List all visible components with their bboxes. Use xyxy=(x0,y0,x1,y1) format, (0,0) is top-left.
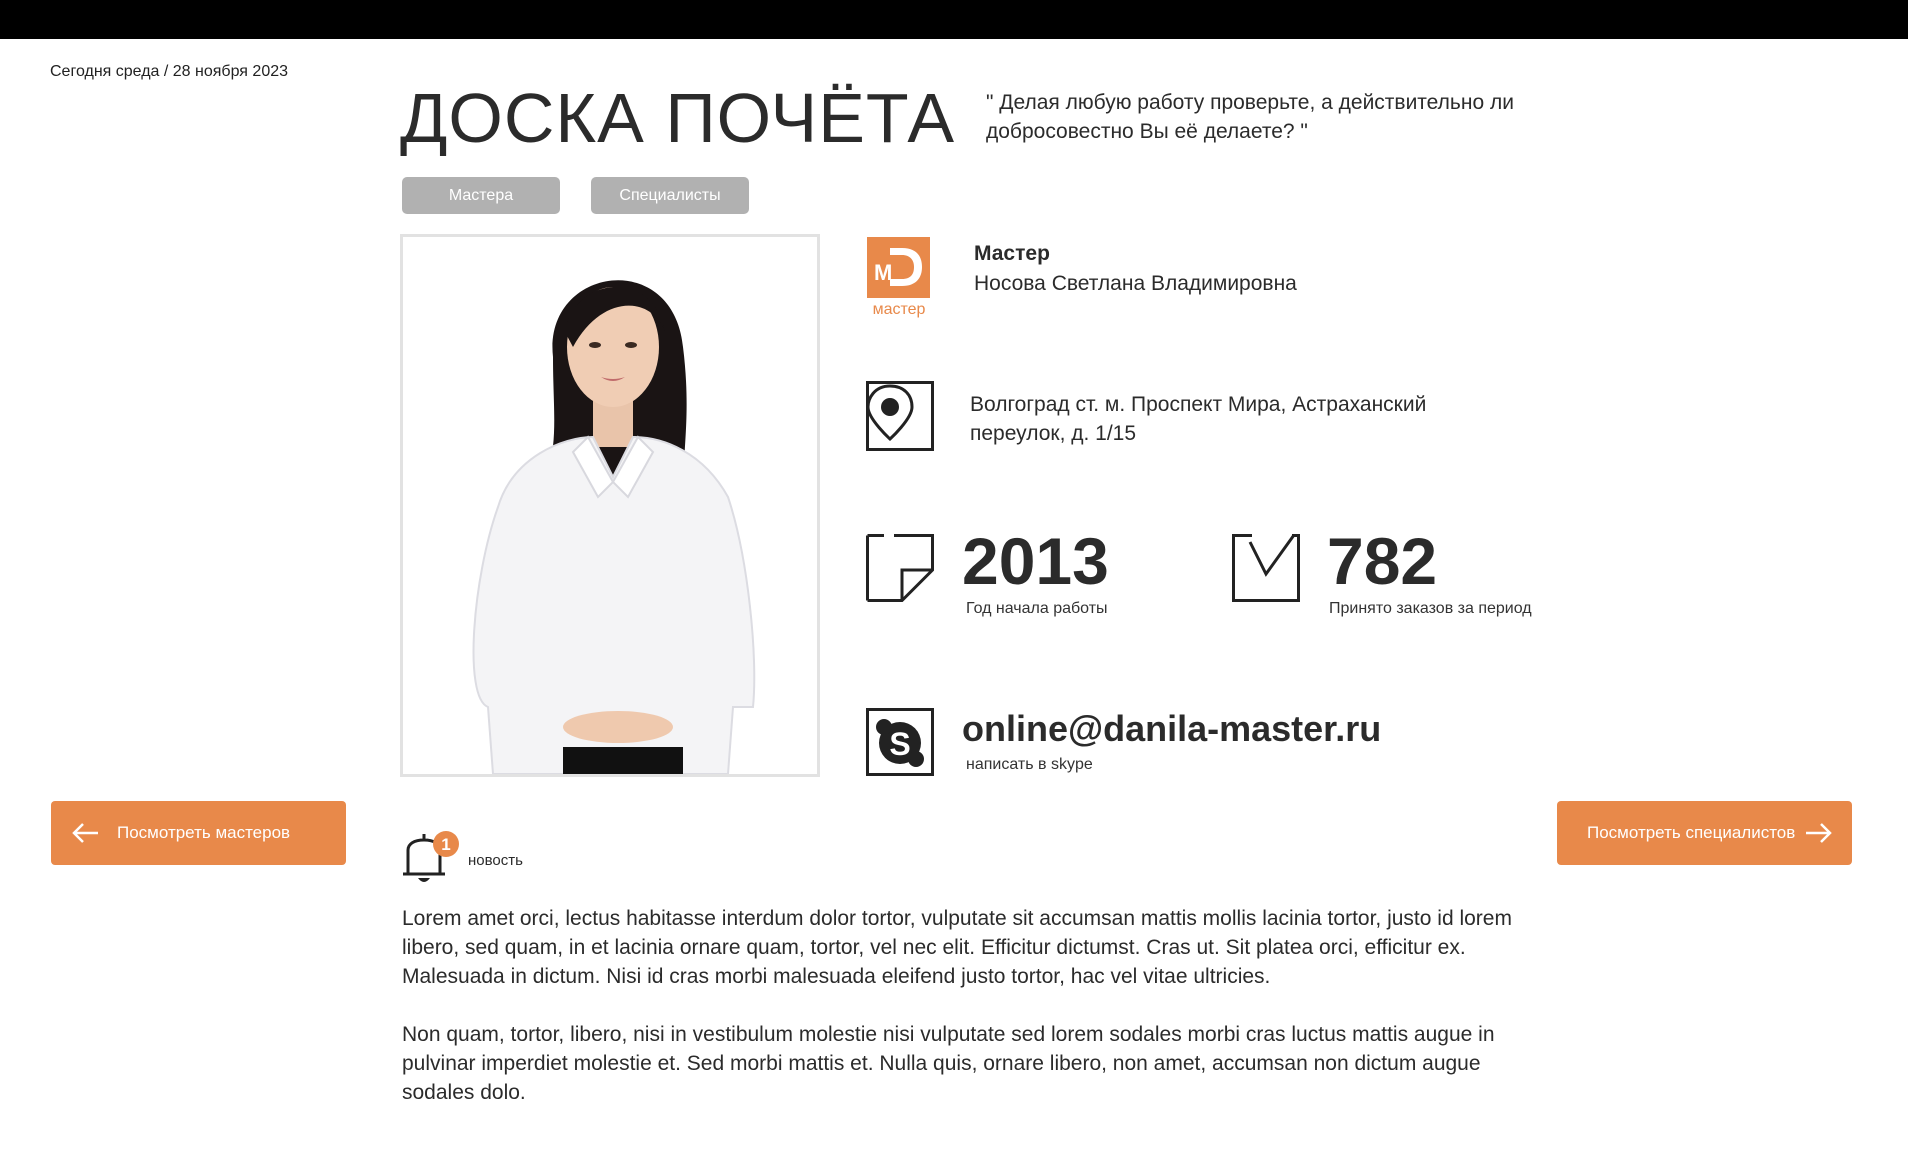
logo-letter-m: M xyxy=(874,260,892,285)
orders-caption: Принято заказов за период xyxy=(1329,600,1532,617)
current-date: Сегодня среда / 28 ноября 2023 xyxy=(50,63,289,80)
master-logo-icon: M мастер xyxy=(867,237,930,318)
view-specialists-label: Посмотреть специалистов xyxy=(1587,823,1796,842)
skype-email[interactable]: online@danila-master.ru xyxy=(962,708,1381,750)
top-bar xyxy=(0,0,1908,39)
document-icon xyxy=(866,534,934,602)
arrow-right-icon xyxy=(1806,823,1832,843)
news-label: новость xyxy=(468,852,523,869)
arrow-left-icon xyxy=(72,823,98,843)
tab-masters[interactable]: Мастера xyxy=(402,177,560,214)
profile-name: Носова Светлана Владимировна xyxy=(974,272,1297,295)
skype-caption: написать в skype xyxy=(966,756,1093,773)
start-year-caption: Год начала работы xyxy=(966,600,1108,617)
checkmark-box-icon xyxy=(1232,534,1300,602)
map-pin-icon xyxy=(866,381,934,451)
logo-caption: мастер xyxy=(873,301,926,318)
news-paragraph: Non quam, tortor, libero, nisi in vestib… xyxy=(402,1023,1495,1104)
profile-photo xyxy=(400,234,820,777)
bell-icon[interactable]: 1 xyxy=(400,826,462,888)
svg-text:S: S xyxy=(889,726,910,762)
view-masters-label: Посмотреть мастеров xyxy=(117,823,291,842)
orders-value: 782 xyxy=(1327,524,1438,598)
view-specialists-button[interactable]: Посмотреть специалистов xyxy=(1557,801,1852,865)
start-year-value: 2013 xyxy=(962,524,1109,598)
profile-address: Волгоград ст. м. Проспект Мира, Астрахан… xyxy=(970,393,1427,445)
view-masters-button[interactable]: Посмотреть мастеров xyxy=(51,801,346,865)
news-paragraph: Lorem amet orci, lectus habitasse interd… xyxy=(402,907,1512,988)
tab-specialists[interactable]: Специалисты xyxy=(591,177,749,214)
skype-icon: S xyxy=(866,708,934,776)
page-title: ДОСКА ПОЧЁТА xyxy=(400,79,956,157)
profile-role: Мастер xyxy=(974,242,1050,265)
quote-text: " Делая любую работу проверьте, а действ… xyxy=(986,91,1514,143)
news-badge-count: 1 xyxy=(441,835,450,854)
portrait-illustration xyxy=(403,237,817,774)
